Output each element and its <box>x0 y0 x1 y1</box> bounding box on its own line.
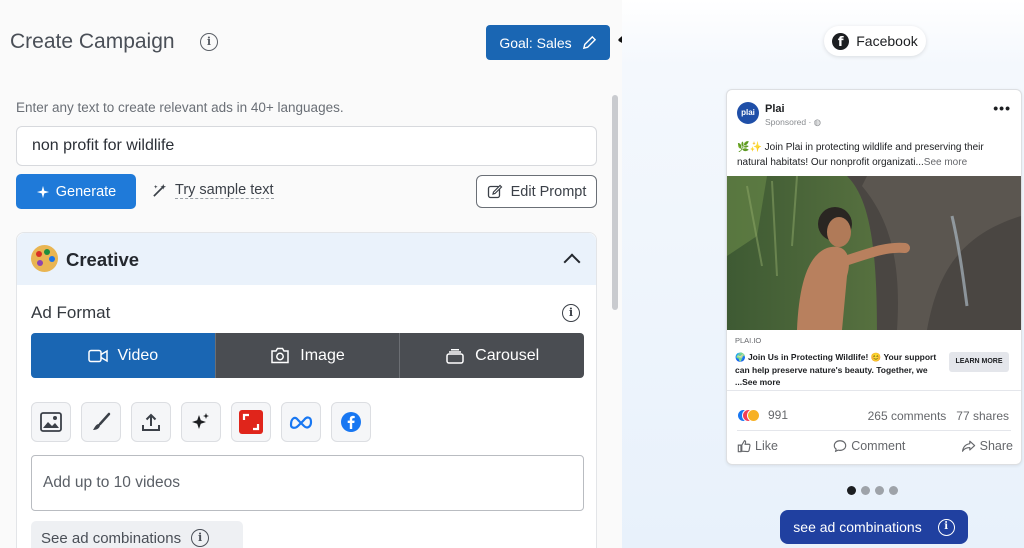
wow-reaction-icon <box>747 408 760 422</box>
video-camera-icon <box>87 349 108 362</box>
sponsored-label: Sponsored · ◍ <box>765 117 822 127</box>
post-caption: 🌿✨ Join Plai in protecting wildlife and … <box>737 142 984 168</box>
post-actions: Like Comment Share <box>737 439 1013 453</box>
link-see-more[interactable]: See more <box>742 377 780 387</box>
upload-icon[interactable] <box>131 402 171 442</box>
ad-format-info-icon[interactable]: i <box>562 304 580 322</box>
link-headline: 🌍 Join Us in Protecting Wildlife! 😊 Your… <box>735 352 937 387</box>
edit-icon <box>487 184 502 198</box>
engagement-counts: 265 comments 77 shares <box>868 409 1009 423</box>
share-icon <box>961 440 975 452</box>
ad-preview-panel: f Facebook plai Plai Sponsored · ◍ ••• 🌿… <box>622 0 1024 548</box>
scrollbar[interactable] <box>612 95 618 310</box>
goal-button[interactable]: Goal: Sales <box>486 25 610 60</box>
link-domain: PLAI.IO <box>735 336 762 345</box>
crop-icon[interactable] <box>231 402 271 442</box>
comment-icon <box>833 440 847 453</box>
info-icon: i <box>937 518 955 536</box>
creative-section: Creative Ad Format i Video Image Carouse… <box>16 232 597 548</box>
divider <box>737 430 1011 431</box>
share-count[interactable]: 77 shares <box>956 409 1009 423</box>
facebook-icon: f <box>832 32 850 50</box>
sparkle-icon[interactable] <box>181 402 221 442</box>
page-name: Plai <box>765 103 785 115</box>
format-image-tab[interactable]: Image <box>214 333 400 378</box>
reaction-count: 991 <box>768 408 789 422</box>
preview-see-ad-combinations-button[interactable]: see ad combinations i <box>780 510 968 544</box>
magic-wand-icon <box>153 183 167 197</box>
info-icon[interactable]: i <box>200 33 218 51</box>
meta-icon[interactable] <box>281 402 321 442</box>
chevron-up-icon[interactable] <box>563 253 581 271</box>
palette-icon <box>31 245 58 272</box>
learn-more-button[interactable]: LEARN MORE <box>949 352 1009 372</box>
more-options-icon[interactable]: ••• <box>993 100 1011 116</box>
creative-header[interactable]: Creative <box>17 233 596 285</box>
generate-label: Generate <box>55 183 117 200</box>
campaign-panel: Create Campaign i Goal: Sales Enter any … <box>0 0 622 548</box>
see-ad-combinations-button[interactable]: See ad combinations i <box>31 521 243 548</box>
try-sample-label: Try sample text <box>175 182 274 199</box>
media-source-icons <box>31 402 371 442</box>
page-dot[interactable] <box>875 486 884 495</box>
thumbs-up-icon <box>737 440 751 453</box>
sparkle-icon <box>36 185 49 198</box>
share-button[interactable]: Share <box>961 439 1013 453</box>
format-image-label: Image <box>300 346 345 364</box>
page-dot[interactable] <box>889 486 898 495</box>
goal-label: Goal: Sales <box>499 34 572 51</box>
facebook-post-preview: plai Plai Sponsored · ◍ ••• 🌿✨ Join Plai… <box>726 89 1022 465</box>
camera-icon <box>271 347 290 364</box>
ad-format-toggle: Video Image Carousel <box>31 333 584 378</box>
carousel-icon <box>446 348 464 364</box>
pencil-icon <box>582 35 596 50</box>
see-more-link[interactable]: See more <box>924 157 967 168</box>
page-title: Create Campaign <box>10 30 175 53</box>
divider <box>727 390 1021 391</box>
post-image <box>727 176 1021 330</box>
avatar: plai <box>737 102 759 124</box>
page-dot-active[interactable] <box>847 486 856 495</box>
creative-title: Creative <box>66 249 140 270</box>
format-carousel-tab[interactable]: Carousel <box>399 333 584 378</box>
edit-prompt-label: Edit Prompt <box>510 183 587 200</box>
format-video-tab[interactable]: Video <box>31 333 215 378</box>
platform-selector[interactable]: f Facebook <box>824 26 926 56</box>
carousel-pagination <box>847 486 898 495</box>
image-icon[interactable] <box>31 402 71 442</box>
prompt-input[interactable]: non profit for wildlife <box>16 126 597 166</box>
ad-format-label: Ad Format <box>31 303 111 322</box>
format-carousel-label: Carousel <box>475 346 540 364</box>
info-icon: i <box>191 529 210 547</box>
brush-icon[interactable] <box>81 402 121 442</box>
reaction-summary[interactable]: 991 <box>737 408 788 422</box>
add-videos-dropzone[interactable]: Add up to 10 videos <box>31 455 584 511</box>
generate-button[interactable]: Generate <box>16 174 136 209</box>
like-button[interactable]: Like <box>737 439 778 453</box>
comment-button[interactable]: Comment <box>833 439 905 453</box>
prompt-hint: Enter any text to create relevant ads in… <box>16 100 344 115</box>
see-ad-combinations-label: See ad combinations <box>41 529 182 547</box>
platform-label: Facebook <box>856 33 918 49</box>
comment-count[interactable]: 265 comments <box>868 409 947 423</box>
try-sample-link[interactable]: Try sample text <box>152 182 274 199</box>
edit-prompt-button[interactable]: Edit Prompt <box>476 175 597 208</box>
format-video-label: Video <box>117 346 159 364</box>
facebook-icon[interactable] <box>331 402 371 442</box>
preview-see-ad-combinations-label: see ad combinations <box>793 519 922 535</box>
globe-icon: ◍ <box>813 117 822 127</box>
page-dot[interactable] <box>861 486 870 495</box>
